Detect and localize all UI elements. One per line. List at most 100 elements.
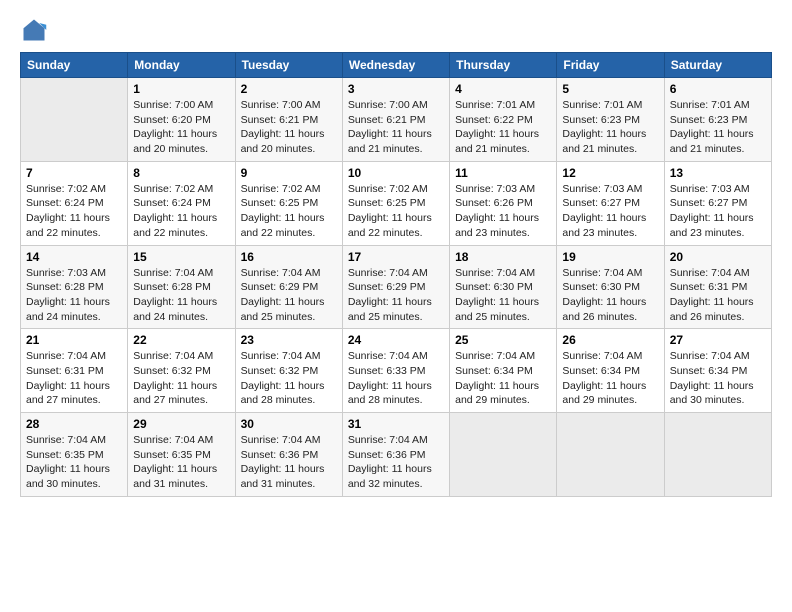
- col-header-wednesday: Wednesday: [342, 53, 449, 78]
- cell-info: Sunrise: 7:01 AMSunset: 6:22 PMDaylight:…: [455, 99, 539, 155]
- day-number: 24: [348, 333, 444, 347]
- cell-info: Sunrise: 7:04 AMSunset: 6:29 PMDaylight:…: [348, 267, 432, 323]
- calendar-cell: 29 Sunrise: 7:04 AMSunset: 6:35 PMDaylig…: [128, 413, 235, 497]
- calendar-cell: 8 Sunrise: 7:02 AMSunset: 6:24 PMDayligh…: [128, 161, 235, 245]
- calendar-cell: 9 Sunrise: 7:02 AMSunset: 6:25 PMDayligh…: [235, 161, 342, 245]
- cell-info: Sunrise: 7:04 AMSunset: 6:29 PMDaylight:…: [241, 267, 325, 323]
- calendar-table: SundayMondayTuesdayWednesdayThursdayFrid…: [20, 52, 772, 497]
- day-number: 1: [133, 82, 229, 96]
- cell-info: Sunrise: 7:04 AMSunset: 6:33 PMDaylight:…: [348, 350, 432, 406]
- cell-info: Sunrise: 7:03 AMSunset: 6:26 PMDaylight:…: [455, 183, 539, 239]
- day-number: 3: [348, 82, 444, 96]
- day-number: 17: [348, 250, 444, 264]
- calendar-cell: 14 Sunrise: 7:03 AMSunset: 6:28 PMDaylig…: [21, 245, 128, 329]
- day-number: 29: [133, 417, 229, 431]
- cell-info: Sunrise: 7:04 AMSunset: 6:34 PMDaylight:…: [562, 350, 646, 406]
- calendar-cell: 21 Sunrise: 7:04 AMSunset: 6:31 PMDaylig…: [21, 329, 128, 413]
- week-row-0: 1 Sunrise: 7:00 AMSunset: 6:20 PMDayligh…: [21, 78, 772, 162]
- day-number: 26: [562, 333, 658, 347]
- cell-info: Sunrise: 7:04 AMSunset: 6:31 PMDaylight:…: [670, 267, 754, 323]
- day-number: 13: [670, 166, 766, 180]
- calendar-cell: 30 Sunrise: 7:04 AMSunset: 6:36 PMDaylig…: [235, 413, 342, 497]
- week-row-4: 28 Sunrise: 7:04 AMSunset: 6:35 PMDaylig…: [21, 413, 772, 497]
- calendar-cell: 6 Sunrise: 7:01 AMSunset: 6:23 PMDayligh…: [664, 78, 771, 162]
- cell-info: Sunrise: 7:04 AMSunset: 6:28 PMDaylight:…: [133, 267, 217, 323]
- calendar-cell: [21, 78, 128, 162]
- day-number: 21: [26, 333, 122, 347]
- cell-info: Sunrise: 7:04 AMSunset: 6:30 PMDaylight:…: [562, 267, 646, 323]
- calendar-cell: 20 Sunrise: 7:04 AMSunset: 6:31 PMDaylig…: [664, 245, 771, 329]
- calendar-cell: 28 Sunrise: 7:04 AMSunset: 6:35 PMDaylig…: [21, 413, 128, 497]
- day-number: 14: [26, 250, 122, 264]
- col-header-monday: Monday: [128, 53, 235, 78]
- calendar-cell: [450, 413, 557, 497]
- week-row-1: 7 Sunrise: 7:02 AMSunset: 6:24 PMDayligh…: [21, 161, 772, 245]
- day-number: 16: [241, 250, 337, 264]
- day-number: 19: [562, 250, 658, 264]
- col-header-sunday: Sunday: [21, 53, 128, 78]
- col-header-tuesday: Tuesday: [235, 53, 342, 78]
- day-number: 2: [241, 82, 337, 96]
- logo: [20, 16, 52, 44]
- col-header-saturday: Saturday: [664, 53, 771, 78]
- cell-info: Sunrise: 7:02 AMSunset: 6:25 PMDaylight:…: [348, 183, 432, 239]
- calendar-cell: [557, 413, 664, 497]
- day-number: 10: [348, 166, 444, 180]
- cell-info: Sunrise: 7:04 AMSunset: 6:34 PMDaylight:…: [455, 350, 539, 406]
- cell-info: Sunrise: 7:02 AMSunset: 6:25 PMDaylight:…: [241, 183, 325, 239]
- cell-info: Sunrise: 7:04 AMSunset: 6:32 PMDaylight:…: [241, 350, 325, 406]
- calendar-cell: 5 Sunrise: 7:01 AMSunset: 6:23 PMDayligh…: [557, 78, 664, 162]
- calendar-cell: [664, 413, 771, 497]
- cell-info: Sunrise: 7:03 AMSunset: 6:27 PMDaylight:…: [670, 183, 754, 239]
- day-number: 22: [133, 333, 229, 347]
- day-number: 23: [241, 333, 337, 347]
- cell-info: Sunrise: 7:04 AMSunset: 6:32 PMDaylight:…: [133, 350, 217, 406]
- cell-info: Sunrise: 7:00 AMSunset: 6:21 PMDaylight:…: [241, 99, 325, 155]
- calendar-cell: 23 Sunrise: 7:04 AMSunset: 6:32 PMDaylig…: [235, 329, 342, 413]
- cell-info: Sunrise: 7:04 AMSunset: 6:35 PMDaylight:…: [133, 434, 217, 490]
- day-number: 31: [348, 417, 444, 431]
- day-number: 25: [455, 333, 551, 347]
- day-number: 20: [670, 250, 766, 264]
- calendar-cell: 10 Sunrise: 7:02 AMSunset: 6:25 PMDaylig…: [342, 161, 449, 245]
- calendar-cell: 31 Sunrise: 7:04 AMSunset: 6:36 PMDaylig…: [342, 413, 449, 497]
- col-header-thursday: Thursday: [450, 53, 557, 78]
- week-row-3: 21 Sunrise: 7:04 AMSunset: 6:31 PMDaylig…: [21, 329, 772, 413]
- cell-info: Sunrise: 7:02 AMSunset: 6:24 PMDaylight:…: [133, 183, 217, 239]
- day-number: 12: [562, 166, 658, 180]
- cell-info: Sunrise: 7:04 AMSunset: 6:35 PMDaylight:…: [26, 434, 110, 490]
- calendar-cell: 26 Sunrise: 7:04 AMSunset: 6:34 PMDaylig…: [557, 329, 664, 413]
- cell-info: Sunrise: 7:00 AMSunset: 6:20 PMDaylight:…: [133, 99, 217, 155]
- cell-info: Sunrise: 7:04 AMSunset: 6:36 PMDaylight:…: [348, 434, 432, 490]
- calendar-cell: 18 Sunrise: 7:04 AMSunset: 6:30 PMDaylig…: [450, 245, 557, 329]
- week-row-2: 14 Sunrise: 7:03 AMSunset: 6:28 PMDaylig…: [21, 245, 772, 329]
- day-number: 9: [241, 166, 337, 180]
- calendar-cell: 2 Sunrise: 7:00 AMSunset: 6:21 PMDayligh…: [235, 78, 342, 162]
- calendar-cell: 27 Sunrise: 7:04 AMSunset: 6:34 PMDaylig…: [664, 329, 771, 413]
- col-header-friday: Friday: [557, 53, 664, 78]
- day-number: 30: [241, 417, 337, 431]
- cell-info: Sunrise: 7:03 AMSunset: 6:28 PMDaylight:…: [26, 267, 110, 323]
- day-number: 8: [133, 166, 229, 180]
- calendar-cell: 19 Sunrise: 7:04 AMSunset: 6:30 PMDaylig…: [557, 245, 664, 329]
- calendar-cell: 3 Sunrise: 7:00 AMSunset: 6:21 PMDayligh…: [342, 78, 449, 162]
- day-number: 6: [670, 82, 766, 96]
- calendar-cell: 22 Sunrise: 7:04 AMSunset: 6:32 PMDaylig…: [128, 329, 235, 413]
- calendar-cell: 11 Sunrise: 7:03 AMSunset: 6:26 PMDaylig…: [450, 161, 557, 245]
- cell-info: Sunrise: 7:04 AMSunset: 6:31 PMDaylight:…: [26, 350, 110, 406]
- calendar-cell: 4 Sunrise: 7:01 AMSunset: 6:22 PMDayligh…: [450, 78, 557, 162]
- day-number: 15: [133, 250, 229, 264]
- cell-info: Sunrise: 7:02 AMSunset: 6:24 PMDaylight:…: [26, 183, 110, 239]
- calendar-cell: 12 Sunrise: 7:03 AMSunset: 6:27 PMDaylig…: [557, 161, 664, 245]
- day-number: 18: [455, 250, 551, 264]
- cell-info: Sunrise: 7:04 AMSunset: 6:36 PMDaylight:…: [241, 434, 325, 490]
- calendar-cell: 15 Sunrise: 7:04 AMSunset: 6:28 PMDaylig…: [128, 245, 235, 329]
- cell-info: Sunrise: 7:01 AMSunset: 6:23 PMDaylight:…: [562, 99, 646, 155]
- calendar-cell: 7 Sunrise: 7:02 AMSunset: 6:24 PMDayligh…: [21, 161, 128, 245]
- calendar-cell: 24 Sunrise: 7:04 AMSunset: 6:33 PMDaylig…: [342, 329, 449, 413]
- day-number: 11: [455, 166, 551, 180]
- calendar-cell: 13 Sunrise: 7:03 AMSunset: 6:27 PMDaylig…: [664, 161, 771, 245]
- page: SundayMondayTuesdayWednesdayThursdayFrid…: [0, 0, 792, 612]
- calendar-cell: 17 Sunrise: 7:04 AMSunset: 6:29 PMDaylig…: [342, 245, 449, 329]
- day-number: 4: [455, 82, 551, 96]
